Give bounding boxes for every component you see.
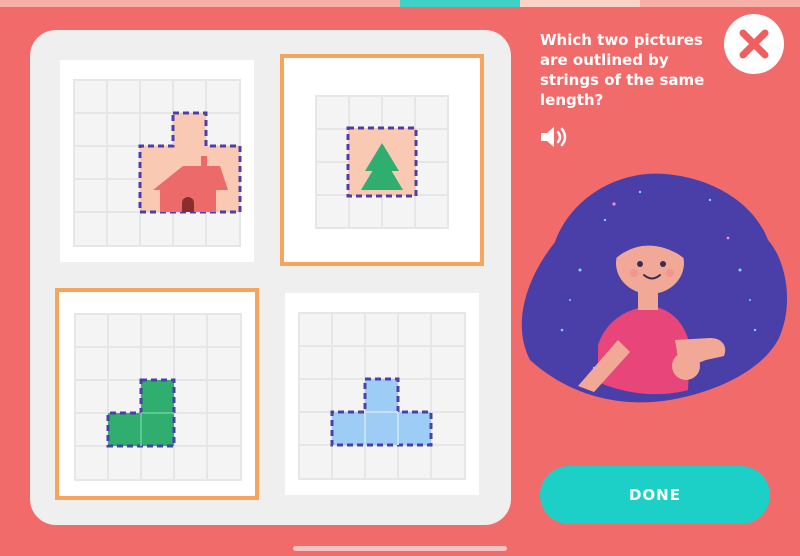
picture-card-house[interactable]: [60, 60, 254, 262]
puzzle-panel: [30, 30, 511, 525]
tree-grid-picture: [315, 95, 449, 229]
picture-card-l-shape[interactable]: [55, 288, 259, 500]
progress-segment-current: [400, 0, 520, 7]
close-button[interactable]: [724, 14, 784, 74]
progress-bar: [0, 0, 800, 7]
speaker-icon: [541, 127, 567, 147]
girl-character-icon: [521, 173, 788, 403]
home-indicator: [293, 546, 507, 551]
speaker-button[interactable]: [540, 126, 568, 148]
picture-card-t-shape[interactable]: [285, 293, 479, 495]
character-illustration: [510, 160, 800, 410]
l-shape-grid-picture: [74, 313, 242, 481]
question-text: Which two pictures are outlined by strin…: [540, 31, 705, 109]
progress-segment-done: [0, 0, 400, 7]
house-grid-picture: [73, 79, 242, 247]
picture-card-tree[interactable]: [280, 54, 484, 266]
done-button[interactable]: DONE: [540, 466, 770, 524]
close-x-icon: [739, 29, 769, 59]
t-shape-grid-picture: [298, 312, 466, 480]
progress-segment-next: [520, 0, 640, 7]
